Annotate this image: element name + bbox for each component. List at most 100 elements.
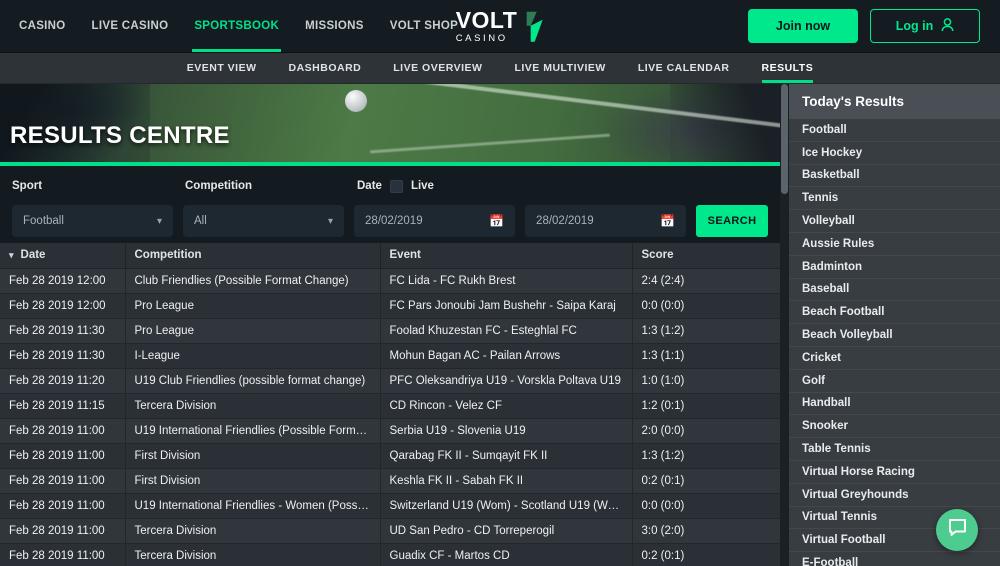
cell-competition: First Division — [125, 443, 381, 469]
cell-date: Feb 28 2019 11:30 — [0, 343, 126, 369]
main-nav-item-missions[interactable]: MISSIONS — [305, 0, 364, 52]
sidebar-item-golf[interactable]: Golf — [789, 370, 1000, 393]
cell-event: Serbia U19 - Slovenia U19 — [380, 418, 633, 444]
column-header-date-label: Date — [20, 249, 46, 262]
sidebar-item-football[interactable]: Football — [789, 119, 1000, 142]
sport-select-value: Football — [23, 215, 64, 227]
subnav-item-results[interactable]: RESULTS — [761, 53, 814, 83]
chevron-down-icon: ▾ — [328, 215, 334, 227]
column-header-date[interactable]: ▾ Date — [0, 243, 126, 269]
chevron-down-icon: ▾ — [156, 215, 163, 227]
sidebar-item-snooker[interactable]: Snooker — [789, 415, 1000, 439]
sport-select[interactable]: Football ▾ — [12, 205, 174, 237]
log-in-button[interactable]: Log in — [870, 9, 980, 43]
cell-date: Feb 28 2019 11:15 — [0, 393, 126, 419]
table-row[interactable]: Feb 28 2019 11:20 U19 Club Friendlies (po… — [0, 368, 780, 394]
cell-date: Feb 28 2019 12:00 — [0, 293, 126, 319]
cell-score: 0:0 (0:0) — [632, 293, 780, 319]
join-now-button[interactable]: Join now — [748, 9, 858, 43]
sidebar-item-basketball[interactable]: Basketball — [789, 165, 1000, 188]
cell-score: 1:3 (1:1) — [632, 343, 780, 369]
sort-chevron-down-icon: ▾ — [9, 249, 14, 260]
log-in-label: Log in — [895, 19, 934, 33]
date-header-group: ▾ Date — [9, 249, 116, 261]
pitch-line-secondary — [370, 133, 610, 154]
filter-labels-row: Sport Competition Date Live — [12, 176, 768, 196]
cell-score: 2:0 (0:0) — [632, 418, 780, 444]
table-row[interactable]: Feb 28 2019 11:00 U19 International Frien… — [0, 493, 780, 519]
cell-competition: U19 Club Friendlies (possible format cha… — [125, 368, 381, 394]
calendar-icon[interactable]: 📅 — [489, 214, 504, 228]
chat-bubble-icon — [947, 517, 968, 543]
date-to-input[interactable]: 28/02/2019 📅 — [525, 205, 687, 237]
main-nav-item-casino[interactable]: CASINO — [19, 0, 66, 52]
results-table-container: ▾ Date Competition Event Score Feb 28 20… — [0, 243, 780, 566]
brand-logo[interactable]: VOLT CASINO — [455, 6, 545, 44]
sidebar-title: Today's Results — [789, 84, 1000, 119]
table-row[interactable]: Feb 28 2019 11:00 Tercera Division Guadix … — [0, 543, 780, 566]
sidebar-item-volleyball[interactable]: Volleyball — [789, 210, 1000, 233]
subnav-item-event-view[interactable]: EVENT VIEW — [187, 53, 257, 83]
table-row[interactable]: Feb 28 2019 12:00 Pro League FC Pars Jonou… — [0, 293, 780, 319]
sidebar-item-handball[interactable]: Handball — [789, 393, 1000, 416]
sidebar-item-baseball[interactable]: Baseball — [789, 279, 1000, 302]
live-filter-label: Live — [410, 180, 434, 192]
search-button[interactable]: SEARCH — [696, 205, 769, 237]
calendar-icon[interactable]: 📅 — [660, 214, 675, 228]
date-from-input[interactable]: 28/02/2019 📅 — [354, 205, 516, 237]
chat-widget-button[interactable] — [936, 509, 978, 551]
table-row[interactable]: Feb 28 2019 11:00 First Division Keshla FK… — [0, 468, 780, 494]
football-ball-graphic — [345, 90, 367, 112]
sidebar-item-tennis[interactable]: Tennis — [789, 187, 1000, 211]
table-row[interactable]: Feb 28 2019 11:15 Tercera Division CD Rinc… — [0, 393, 780, 419]
logo-secondary-text: CASINO — [455, 32, 508, 44]
logo-primary-text: VOLT — [455, 6, 518, 33]
sidebar-item-badminton[interactable]: Badminton — [789, 256, 1000, 279]
main-nav-item-live-casino[interactable]: LIVE CASINO — [92, 0, 169, 52]
subnav-item-live-multiview[interactable]: LIVE MULTIVIEW — [514, 53, 605, 83]
table-row[interactable]: Feb 28 2019 11:30 Pro League Foolad Khuzes… — [0, 318, 780, 344]
cell-date: Feb 28 2019 11:00 — [0, 493, 126, 519]
subnav-item-live-overview[interactable]: LIVE OVERVIEW — [393, 53, 482, 83]
live-checkbox[interactable] — [389, 179, 403, 193]
sidebar-item-virtual-greyhounds[interactable]: Virtual Greyhounds — [789, 484, 1000, 507]
table-row[interactable]: Feb 28 2019 12:00 Club Friendlies (Possib… — [0, 268, 780, 294]
date-from-value: 28/02/2019 — [365, 215, 423, 227]
subnav-item-dashboard[interactable]: DASHBOARD — [289, 53, 362, 83]
sidebar-item-cricket[interactable]: Cricket — [789, 347, 1000, 370]
main-nav-item-volt-shop[interactable]: VOLT SHOP — [390, 0, 458, 52]
column-header-competition[interactable]: Competition — [125, 243, 381, 269]
top-header-bar: CASINO LIVE CASINO SPORTSBOOK MISSIONS VOLT … — [0, 0, 1000, 53]
sidebar-item-virtual-horse-racing[interactable]: Virtual Horse Racing — [789, 461, 1000, 484]
content-scrollbar[interactable] — [780, 84, 789, 566]
sidebar-item-ice-hockey[interactable]: Ice Hockey — [789, 142, 1000, 165]
results-filter-bar: Sport Competition Date Live Football ▾ A… — [0, 166, 780, 243]
sidebar-item-e-football[interactable]: E-Football — [789, 552, 1000, 566]
cell-score: 2:4 (2:4) — [632, 268, 780, 294]
page-title: RESULTS CENTRE — [10, 122, 230, 149]
table-row[interactable]: Feb 28 2019 11:00 Tercera Division UD San … — [0, 518, 780, 544]
cell-competition: First Division — [125, 468, 381, 494]
main-nav-item-sportsbook[interactable]: SPORTSBOOK — [192, 0, 281, 52]
column-header-event[interactable]: Event — [380, 243, 633, 269]
results-table-body: Feb 28 2019 12:00 Club Friendlies (Possib… — [0, 268, 780, 566]
table-row[interactable]: Feb 28 2019 11:00 First Division Qarabag F… — [0, 443, 780, 469]
cell-event: Mohun Bagan AC - Pailan Arrows — [380, 343, 633, 369]
sidebar-sport-list: Football Ice Hockey Basketball Tennis Volley… — [789, 119, 1000, 566]
column-header-score[interactable]: Score — [632, 243, 780, 269]
sidebar-item-table-tennis[interactable]: Table Tennis — [789, 438, 1000, 461]
results-table: ▾ Date Competition Event Score Feb 28 20… — [0, 243, 780, 566]
sidebar-item-beach-football[interactable]: Beach Football — [789, 301, 1000, 325]
sidebar-item-aussie-rules[interactable]: Aussie Rules — [789, 233, 1000, 256]
scrollbar-thumb[interactable] — [781, 84, 788, 194]
table-row[interactable]: Feb 28 2019 11:00 U19 International Frien… — [0, 418, 780, 444]
subnav-item-live-calendar[interactable]: LIVE CALENDAR — [638, 53, 730, 83]
cell-competition: U19 International Friendlies (Possible F… — [125, 418, 381, 444]
cell-score: 0:2 (0:1) — [632, 468, 780, 494]
competition-select[interactable]: All ▾ — [183, 205, 345, 237]
table-row[interactable]: Feb 28 2019 11:30 I-League Mohun Bagan AC … — [0, 343, 780, 369]
cell-event: FC Pars Jonoubi Jam Bushehr - Saipa Kara… — [380, 293, 633, 319]
cell-date: Feb 28 2019 12:00 — [0, 268, 126, 294]
sidebar-item-beach-volleyball[interactable]: Beach Volleyball — [789, 324, 1000, 347]
cell-event: Qarabag FK II - Sumqayit FK II — [380, 443, 633, 469]
